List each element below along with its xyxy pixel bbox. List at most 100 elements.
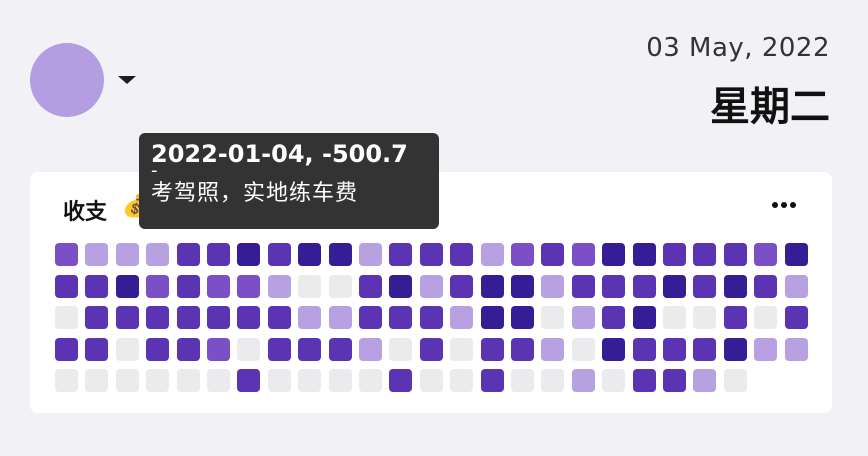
heatmap-cell[interactable]	[268, 338, 291, 361]
heatmap-cell[interactable]	[116, 338, 139, 361]
heatmap-cell[interactable]	[541, 243, 564, 266]
heatmap-cell[interactable]	[55, 275, 78, 298]
heatmap-cell[interactable]	[602, 275, 625, 298]
heatmap-cell[interactable]	[85, 306, 108, 329]
heatmap-cell[interactable]	[633, 275, 656, 298]
heatmap-cell[interactable]	[693, 306, 716, 329]
heatmap-cell[interactable]	[298, 306, 321, 329]
heatmap-cell[interactable]	[268, 369, 291, 392]
heatmap-cell[interactable]	[663, 243, 686, 266]
heatmap-cell[interactable]	[146, 338, 169, 361]
heatmap-cell[interactable]	[511, 369, 534, 392]
heatmap-cell[interactable]	[785, 243, 808, 266]
heatmap-cell[interactable]	[207, 338, 230, 361]
heatmap-cell[interactable]	[329, 275, 352, 298]
heatmap-cell[interactable]	[329, 306, 352, 329]
heatmap-cell[interactable]	[663, 306, 686, 329]
heatmap-cell[interactable]	[693, 275, 716, 298]
heatmap-cell[interactable]	[693, 369, 716, 392]
heatmap-cell[interactable]	[55, 338, 78, 361]
heatmap-cell[interactable]	[754, 243, 777, 266]
heatmap-cell[interactable]	[55, 306, 78, 329]
heatmap-cell[interactable]	[663, 369, 686, 392]
heatmap-cell[interactable]	[420, 338, 443, 361]
heatmap-cell[interactable]	[420, 243, 443, 266]
heatmap-cell[interactable]	[146, 306, 169, 329]
heatmap-cell[interactable]	[541, 369, 564, 392]
heatmap-cell[interactable]	[572, 338, 595, 361]
heatmap-cell[interactable]	[177, 306, 200, 329]
heatmap-cell[interactable]	[207, 243, 230, 266]
heatmap-cell[interactable]	[389, 338, 412, 361]
heatmap-cell[interactable]	[389, 243, 412, 266]
heatmap-cell[interactable]	[298, 243, 321, 266]
heatmap-cell[interactable]	[724, 243, 747, 266]
heatmap-cell[interactable]	[85, 243, 108, 266]
heatmap-cell[interactable]	[298, 338, 321, 361]
heatmap-cell[interactable]	[785, 306, 808, 329]
heatmap-cell[interactable]	[450, 243, 473, 266]
heatmap-cell[interactable]	[511, 243, 534, 266]
heatmap-cell[interactable]	[420, 369, 443, 392]
heatmap-cell[interactable]	[572, 275, 595, 298]
heatmap-cell[interactable]	[359, 369, 382, 392]
heatmap-cell[interactable]	[420, 275, 443, 298]
heatmap-cell[interactable]	[602, 243, 625, 266]
heatmap-cell[interactable]	[237, 243, 260, 266]
heatmap-cell[interactable]	[633, 369, 656, 392]
heatmap-cell[interactable]	[420, 306, 443, 329]
heatmap-cell[interactable]	[724, 306, 747, 329]
heatmap-cell[interactable]	[481, 306, 504, 329]
heatmap-cell[interactable]	[450, 275, 473, 298]
heatmap-cell[interactable]	[116, 243, 139, 266]
heatmap-cell[interactable]	[481, 338, 504, 361]
heatmap-cell[interactable]	[481, 243, 504, 266]
chevron-down-icon[interactable]	[118, 76, 136, 84]
heatmap-cell[interactable]	[329, 369, 352, 392]
heatmap-cell[interactable]	[268, 306, 291, 329]
heatmap-cell[interactable]	[237, 338, 260, 361]
heatmap-cell[interactable]	[389, 369, 412, 392]
heatmap-cell[interactable]	[602, 369, 625, 392]
heatmap-cell[interactable]	[146, 369, 169, 392]
heatmap-cell[interactable]	[237, 275, 260, 298]
heatmap-cell[interactable]	[389, 306, 412, 329]
heatmap-cell[interactable]	[785, 275, 808, 298]
heatmap-cell[interactable]	[146, 243, 169, 266]
heatmap-cell[interactable]	[116, 369, 139, 392]
heatmap-cell[interactable]	[207, 306, 230, 329]
heatmap-cell[interactable]	[572, 306, 595, 329]
heatmap-cell[interactable]	[511, 275, 534, 298]
heatmap-cell[interactable]	[754, 275, 777, 298]
heatmap-cell[interactable]	[511, 338, 534, 361]
heatmap-cell[interactable]	[146, 275, 169, 298]
heatmap-cell[interactable]	[481, 369, 504, 392]
heatmap-cell[interactable]	[693, 243, 716, 266]
heatmap-cell[interactable]	[55, 243, 78, 266]
heatmap-cell[interactable]	[177, 338, 200, 361]
more-options-button[interactable]	[772, 202, 796, 208]
heatmap-cell[interactable]	[572, 369, 595, 392]
heatmap-cell[interactable]	[177, 275, 200, 298]
heatmap-cell[interactable]	[602, 306, 625, 329]
heatmap-cell[interactable]	[359, 306, 382, 329]
heatmap-cell[interactable]	[785, 338, 808, 361]
heatmap-cell[interactable]	[85, 369, 108, 392]
heatmap-cell[interactable]	[207, 275, 230, 298]
heatmap-cell[interactable]	[481, 275, 504, 298]
heatmap-cell[interactable]	[724, 338, 747, 361]
heatmap-cell[interactable]	[572, 243, 595, 266]
heatmap-cell[interactable]	[633, 243, 656, 266]
heatmap-cell[interactable]	[663, 275, 686, 298]
heatmap-cell[interactable]	[298, 275, 321, 298]
heatmap-cell[interactable]	[541, 338, 564, 361]
heatmap-cell[interactable]	[754, 338, 777, 361]
heatmap-cell[interactable]	[633, 306, 656, 329]
heatmap-cell[interactable]	[116, 306, 139, 329]
heatmap-cell[interactable]	[207, 369, 230, 392]
heatmap-cell[interactable]	[268, 275, 291, 298]
heatmap-cell[interactable]	[389, 275, 412, 298]
heatmap-cell[interactable]	[693, 338, 716, 361]
heatmap-cell[interactable]	[85, 275, 108, 298]
heatmap-cell[interactable]	[329, 338, 352, 361]
